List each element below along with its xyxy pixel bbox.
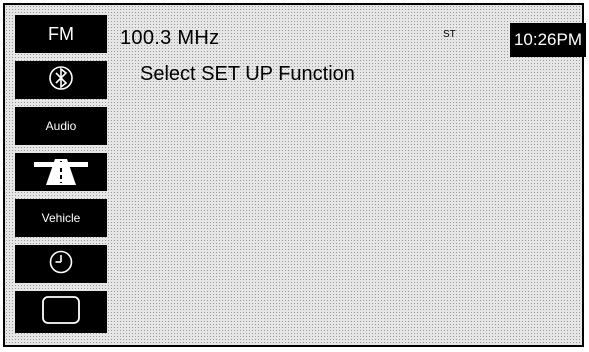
- sidebar-item-fm[interactable]: FM: [15, 15, 107, 53]
- sidebar-item-clock[interactable]: [15, 245, 107, 283]
- infotainment-screen: FM Audio Vehicle 100.3 MHz Select SET UP…: [3, 3, 586, 347]
- sidebar-item-display[interactable]: [15, 291, 107, 333]
- sidebar-item-bluetooth[interactable]: [15, 61, 107, 99]
- navigation-road-icon: [26, 153, 96, 192]
- bluetooth-icon: [46, 63, 76, 98]
- sidebar-item-vehicle[interactable]: Vehicle: [15, 199, 107, 237]
- stereo-indicator: ST: [443, 29, 456, 40]
- clock-icon: [47, 248, 75, 281]
- sidebar-item-label: FM: [48, 23, 74, 44]
- sidebar-item-audio[interactable]: Audio: [15, 107, 107, 145]
- page-title: Select SET UP Function: [140, 63, 355, 85]
- sidebar-item-label: Audio: [45, 119, 77, 133]
- sidebar-item-label: Vehicle: [41, 211, 81, 225]
- setup-sidebar: FM Audio Vehicle: [15, 15, 107, 341]
- frequency-readout: 100.3 MHz: [120, 27, 220, 49]
- sidebar-item-navigation[interactable]: [15, 153, 107, 191]
- clock-display[interactable]: 10:26PM: [510, 23, 586, 57]
- display-icon: [39, 293, 83, 332]
